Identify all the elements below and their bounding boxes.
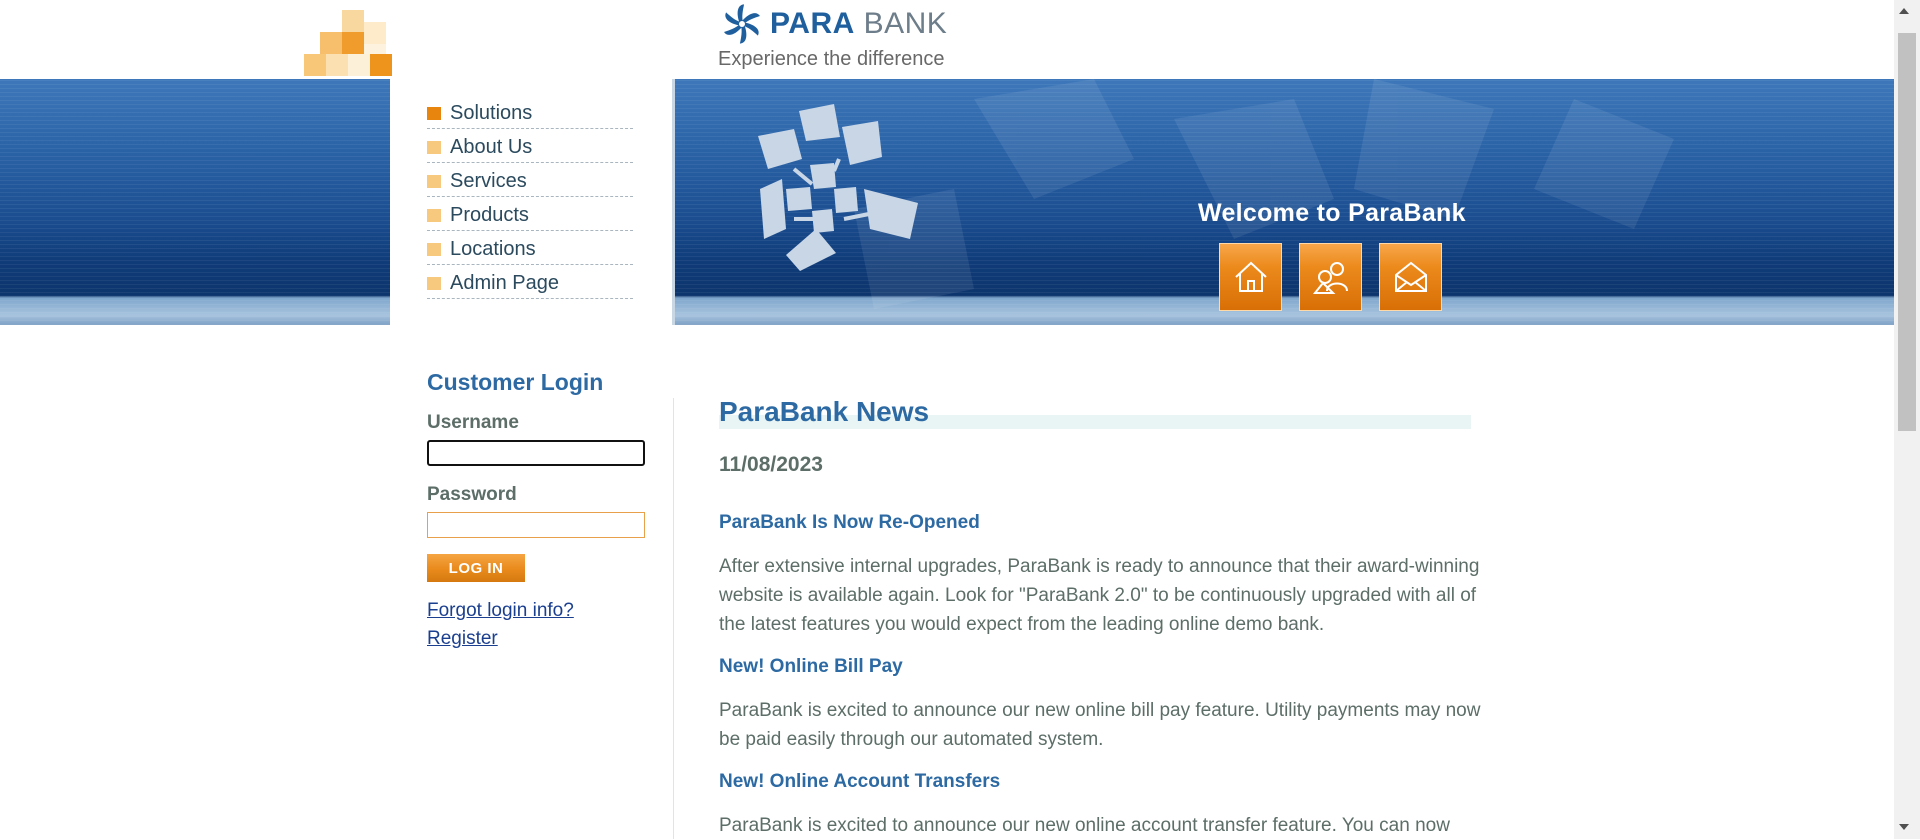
- news-item-body: After extensive internal upgrades, ParaB…: [719, 556, 1480, 635]
- column-divider: [673, 398, 674, 839]
- logo-bank: BANK: [863, 7, 948, 40]
- menu-item-about-us[interactable]: About Us: [427, 130, 633, 163]
- news-date: 11/08/2023: [719, 453, 823, 476]
- scrollbar-thumb[interactable]: [1898, 33, 1916, 431]
- news-item-heading[interactable]: New! Online Account Transfers: [719, 771, 1000, 793]
- news-title: ParaBank News: [719, 396, 930, 427]
- login-button[interactable]: LOG IN: [427, 554, 525, 582]
- menu-link-products[interactable]: Products: [450, 204, 529, 227]
- menu-item-admin-page[interactable]: Admin Page: [427, 266, 633, 299]
- news-item-body: ParaBank is excited to announce our new …: [719, 815, 1450, 836]
- banner-buttons: [1219, 243, 1442, 311]
- menu-link-locations[interactable]: Locations: [450, 238, 536, 261]
- news-item-body: ParaBank is excited to announce our new …: [719, 700, 1481, 750]
- welcome-text: Welcome to ParaBank: [1198, 199, 1466, 227]
- contact-button[interactable]: [1299, 243, 1362, 311]
- menu-item-products[interactable]: Products: [427, 198, 633, 231]
- mail-icon: [1394, 261, 1427, 292]
- register-link[interactable]: Register: [427, 628, 498, 650]
- mail-button[interactable]: [1379, 243, 1442, 311]
- decorative-blocks: [304, 10, 392, 78]
- tagline: Experience the difference: [718, 48, 945, 70]
- menu-link-admin-page[interactable]: Admin Page: [450, 272, 559, 295]
- parabank-logo[interactable]: PARA BANK: [718, 0, 947, 48]
- menu-bullet-icon: [427, 106, 441, 120]
- menu-link-about-us[interactable]: About Us: [450, 136, 532, 159]
- menu-link-solutions[interactable]: Solutions: [450, 102, 532, 125]
- home-button[interactable]: [1219, 243, 1282, 311]
- username-label: Username: [427, 412, 519, 433]
- forgot-login-link[interactable]: Forgot login info?: [427, 600, 574, 622]
- menu-bullet-icon: [427, 174, 441, 188]
- menu-item-solutions[interactable]: Solutions: [427, 96, 633, 129]
- news-item-heading[interactable]: ParaBank Is Now Re-Opened: [719, 512, 980, 534]
- menu-link-services[interactable]: Services: [450, 170, 527, 193]
- menu-item-services[interactable]: Services: [427, 164, 633, 197]
- pinwheel-logo-icon: [724, 4, 760, 44]
- menu-bullet-icon: [427, 140, 441, 154]
- scroll-up-arrow-icon[interactable]: [1899, 8, 1909, 14]
- logo-para: PARA: [770, 7, 855, 40]
- contact-icon: [1312, 262, 1348, 294]
- menu-bullet-icon: [427, 242, 441, 256]
- menu-item-locations[interactable]: Locations: [427, 232, 633, 265]
- username-input[interactable]: [427, 440, 645, 466]
- password-label: Password: [427, 484, 517, 505]
- password-input[interactable]: [427, 512, 645, 538]
- panel-divider: [672, 79, 675, 325]
- customer-login-title: Customer Login: [427, 369, 604, 395]
- menu-bullet-icon: [427, 208, 441, 222]
- logo-text: PARA BANK: [770, 7, 947, 41]
- left-menu: Solutions About Us Services Products Loc…: [427, 96, 633, 299]
- home-icon: [1234, 261, 1267, 292]
- menu-bullet-icon: [427, 276, 441, 290]
- news-item-heading[interactable]: New! Online Bill Pay: [719, 656, 903, 678]
- scroll-down-arrow-icon[interactable]: [1899, 824, 1909, 830]
